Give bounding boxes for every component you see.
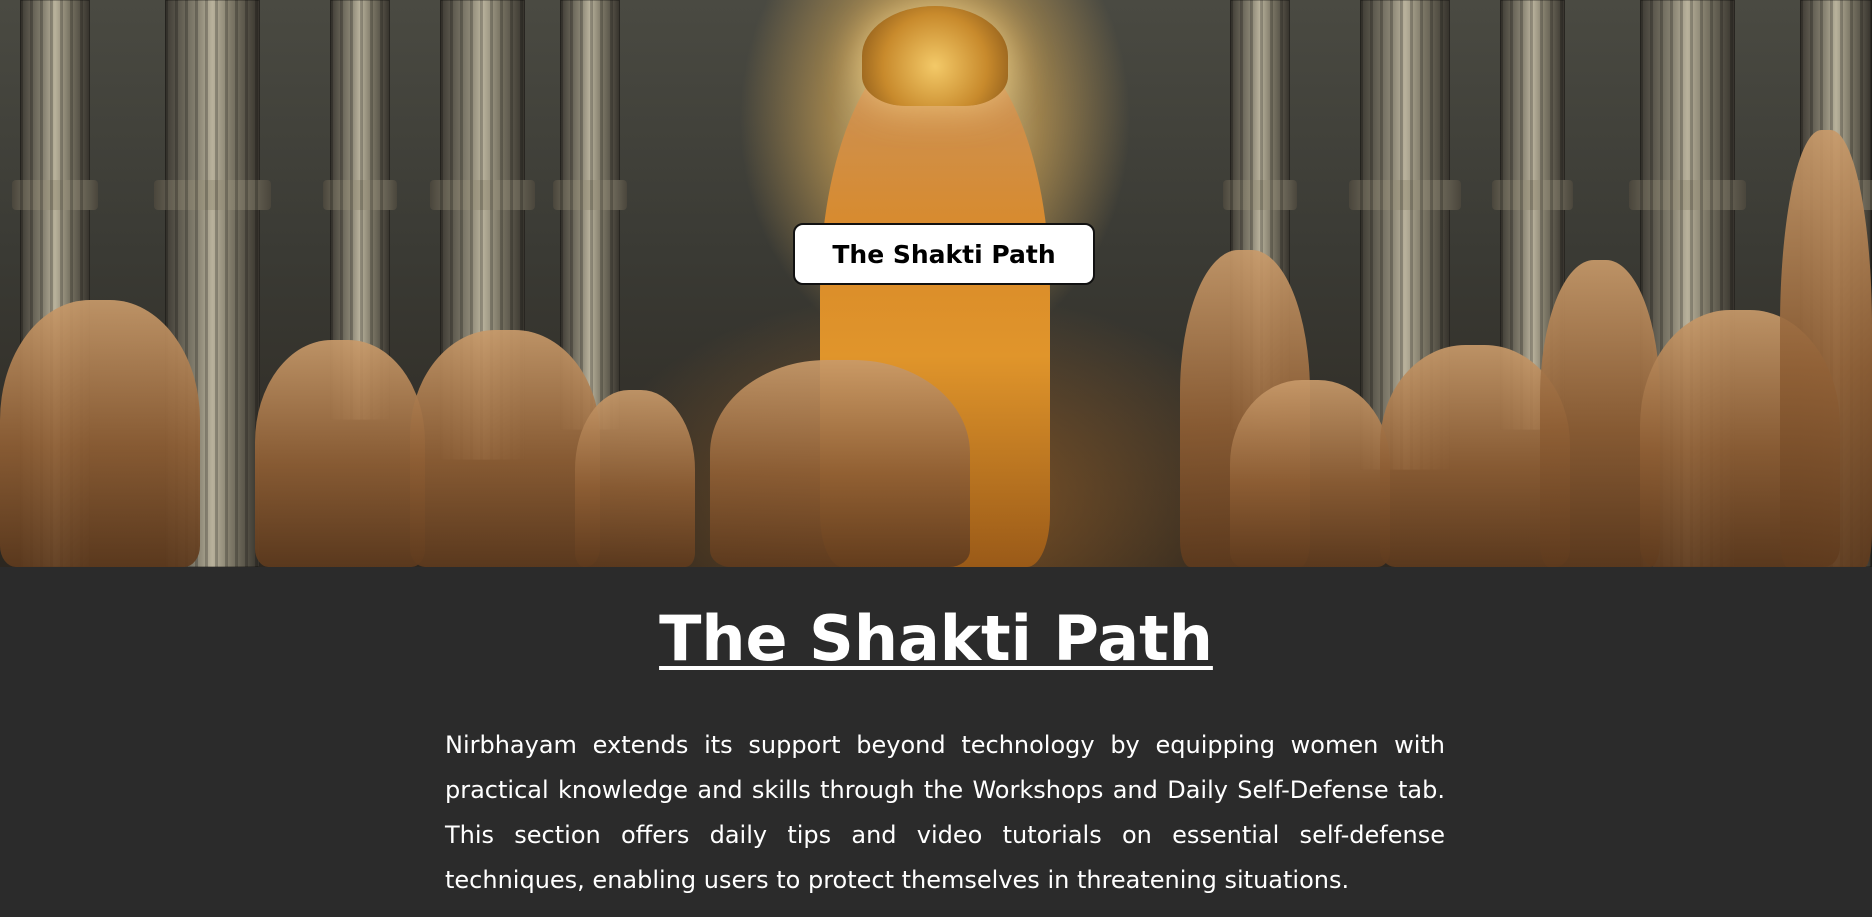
section-description: Nirbhayam extends its support beyond tec…: [445, 731, 1445, 894]
hero-banner-image: The Shakti Path: [0, 0, 1872, 567]
standing-figure: [1780, 130, 1872, 567]
hero-title-badge[interactable]: The Shakti Path: [793, 223, 1095, 285]
kneeling-figure: [255, 340, 425, 567]
kneeling-figure: [410, 330, 600, 567]
goddess-crown: [862, 6, 1008, 106]
content-section: The Shakti Path Nirbhayam extends its su…: [0, 567, 1872, 917]
page-title: The Shakti Path: [659, 602, 1213, 675]
kneeling-figure: [0, 300, 200, 567]
kneeling-figure: [575, 390, 695, 567]
captive-figure: [710, 360, 970, 567]
kneeling-figure: [1230, 380, 1390, 567]
